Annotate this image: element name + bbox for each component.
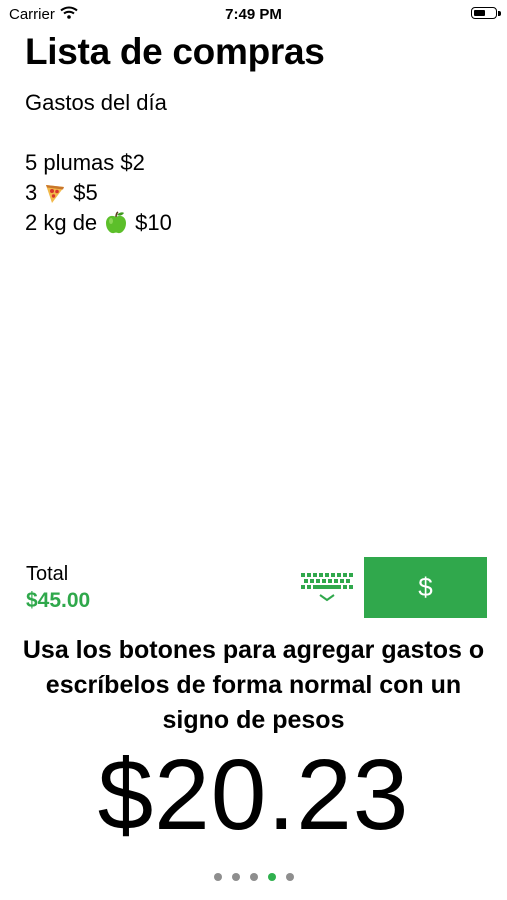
expense-text: 5 plumas $2 (25, 150, 145, 175)
instructions-text: Usa los botones para agregar gastos o es… (22, 636, 485, 734)
battery-icon (471, 7, 501, 19)
expense-item: 5 plumas $2 (25, 148, 172, 178)
expense-list[interactable]: 5 plumas $2 3 $5 2 kg de $10 (25, 148, 172, 238)
expense-quantity: 3 (25, 180, 38, 205)
page-dot[interactable] (249, 873, 258, 881)
page-title: Lista de compras (25, 31, 325, 72)
pizza-emoji-icon (43, 181, 67, 205)
apple-emoji-icon (103, 210, 129, 236)
example-amount: $20.23 (97, 739, 410, 851)
page-dot[interactable] (231, 873, 240, 881)
page-dot[interactable] (285, 873, 294, 881)
expense-item: 3 $5 (25, 178, 172, 208)
expense-quantity: 2 kg de (25, 210, 98, 235)
page-subtitle: Gastos del día (25, 90, 167, 115)
total-label: Total (26, 563, 69, 585)
page-dot[interactable] (213, 873, 222, 881)
expense-price: $10 (135, 210, 172, 235)
total-value: $45.00 (26, 589, 91, 612)
add-dollar-button[interactable]: $ (364, 557, 487, 618)
page-dot-active[interactable] (267, 873, 276, 881)
status-time: 7:49 PM (225, 6, 282, 23)
page-indicator[interactable] (0, 873, 507, 881)
expense-item: 2 kg de $10 (25, 208, 172, 238)
keyboard-icon[interactable] (300, 570, 354, 604)
expense-price: $5 (73, 180, 98, 205)
status-bar: Carrier 7:49 PM (0, 0, 507, 28)
